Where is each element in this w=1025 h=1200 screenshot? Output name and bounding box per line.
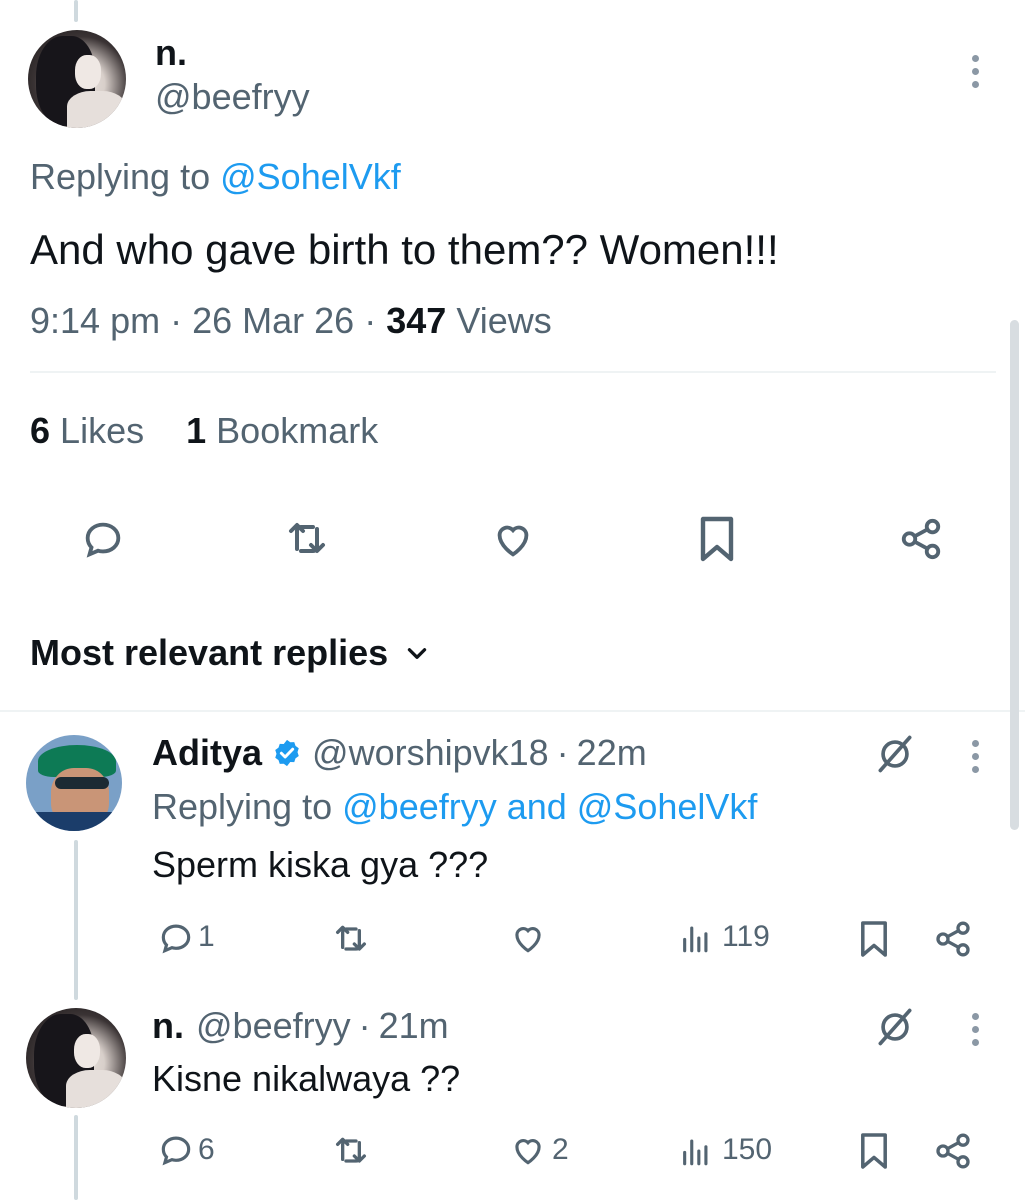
- reply-handle[interactable]: @worshipvk18: [312, 732, 549, 774]
- share-icon[interactable]: [932, 918, 974, 960]
- reply-count: 6: [198, 1133, 215, 1166]
- author-avatar[interactable]: [28, 30, 126, 128]
- view-count: 150: [722, 1133, 773, 1166]
- reply-age[interactable]: 22m: [577, 732, 647, 774]
- scrollbar[interactable]: [1010, 320, 1019, 830]
- reply-icon[interactable]: [78, 514, 128, 564]
- divider: [0, 710, 1025, 712]
- reply-avatar[interactable]: [26, 1008, 126, 1108]
- views-label: Views: [456, 300, 552, 341]
- reply-handle[interactable]: @beefryy: [196, 1005, 351, 1047]
- thread-line-replies: [74, 840, 78, 1000]
- likes-count: 6: [30, 410, 51, 451]
- reply-header: n. @beefryy · 21m: [152, 1005, 449, 1047]
- reply-display-name[interactable]: n.: [152, 1005, 184, 1047]
- repost-icon[interactable]: [282, 514, 332, 564]
- tweet-metadata: 9:14 pm · 26 Mar 26 · 347 Views: [30, 300, 552, 342]
- views-icon[interactable]: [678, 920, 714, 956]
- tweet-stats: 6 Likes 1 Bookmark: [30, 410, 378, 452]
- grok-icon[interactable]: [872, 1004, 918, 1050]
- replying-to-line: Replying to @beefryy and @SohelVkf: [152, 786, 757, 828]
- divider: [30, 371, 996, 373]
- more-options-icon[interactable]: [972, 1013, 980, 1052]
- replying-to-handle-link[interactable]: @SohelVkf: [220, 156, 401, 197]
- thread-line-bottom: [74, 1115, 78, 1200]
- replying-to-prefix: Replying to: [152, 786, 333, 827]
- view-count: 119: [722, 920, 770, 953]
- meta-separator: ·: [358, 1005, 371, 1046]
- tweet-time[interactable]: 9:14 pm: [30, 300, 160, 341]
- reply-age[interactable]: 21m: [379, 1005, 449, 1047]
- like-icon[interactable]: [488, 514, 538, 564]
- views-count: 347: [386, 300, 447, 341]
- meta-separator: ·: [170, 300, 183, 341]
- bookmarks-count: 1: [186, 410, 207, 451]
- reply-text: Sperm kiska gya ???: [152, 844, 489, 885]
- like-count: 2: [552, 1133, 569, 1166]
- share-icon[interactable]: [932, 1130, 974, 1172]
- bookmark-icon[interactable]: [856, 1130, 892, 1172]
- replying-to-line: Replying to @SohelVkf: [30, 156, 401, 198]
- bookmark-icon[interactable]: [692, 514, 742, 564]
- author-display-name[interactable]: n.: [155, 32, 187, 74]
- likes-stat[interactable]: 6 Likes: [30, 410, 144, 451]
- reply-text: Kisne nikalwaya ??: [152, 1058, 461, 1099]
- like-icon[interactable]: [508, 918, 548, 958]
- repost-icon[interactable]: [330, 918, 372, 960]
- reply-icon[interactable]: [156, 1130, 196, 1170]
- meta-separator: ·: [364, 300, 377, 341]
- bookmarks-label: Bookmark: [216, 410, 379, 451]
- more-options-icon[interactable]: [972, 740, 980, 779]
- like-icon[interactable]: [508, 1130, 548, 1170]
- more-options-icon[interactable]: [972, 55, 980, 94]
- likes-label: Likes: [60, 410, 145, 451]
- repost-icon[interactable]: [330, 1130, 372, 1172]
- tweet-date[interactable]: 26 Mar 26: [192, 300, 354, 341]
- chevron-down-icon: [404, 640, 430, 666]
- replies-sort-selector[interactable]: Most relevant replies: [30, 632, 430, 674]
- bookmarks-stat[interactable]: 1 Bookmark: [186, 410, 378, 451]
- verified-badge-icon: [272, 738, 302, 768]
- bookmark-icon[interactable]: [856, 918, 892, 960]
- meta-separator: ·: [556, 732, 569, 773]
- replying-to-handles-link[interactable]: @beefryy and @SohelVkf: [342, 786, 757, 827]
- reply-avatar[interactable]: [26, 735, 122, 831]
- author-handle[interactable]: @beefryy: [155, 76, 310, 118]
- grok-icon[interactable]: [872, 731, 918, 777]
- reply-display-name[interactable]: Aditya: [152, 732, 262, 774]
- reply-icon[interactable]: [156, 918, 196, 958]
- reply-header: Aditya @worshipvk18 · 22m: [152, 732, 647, 774]
- share-icon[interactable]: [896, 514, 946, 564]
- replying-to-prefix: Replying to: [30, 156, 211, 197]
- reply-count: 1: [198, 920, 215, 953]
- tweet-text: And who gave birth to them?? Women!!!: [30, 226, 779, 273]
- thread-line-top: [74, 0, 78, 22]
- replies-sort-label: Most relevant replies: [30, 632, 389, 673]
- views-icon[interactable]: [678, 1133, 714, 1169]
